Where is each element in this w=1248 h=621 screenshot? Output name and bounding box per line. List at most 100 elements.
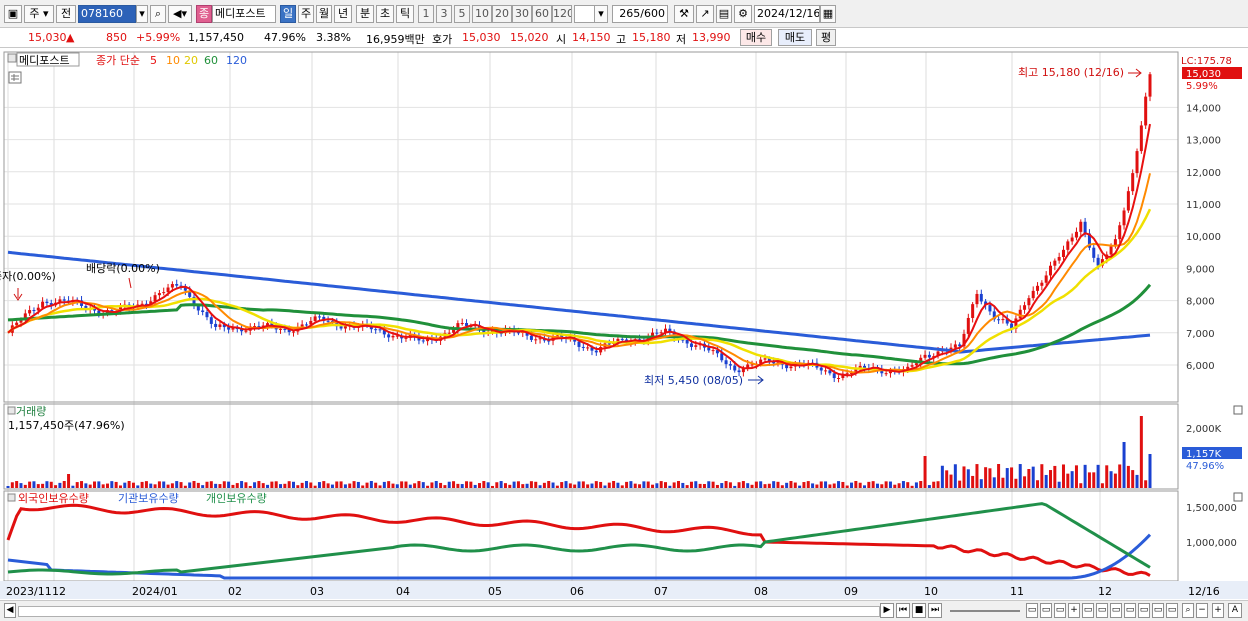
- candle-body: [707, 347, 711, 351]
- holding-grip-icon[interactable]: [7, 493, 16, 502]
- view-icon-9[interactable]: ▭: [1152, 603, 1164, 618]
- view-icon-10[interactable]: ▭: [1166, 603, 1178, 618]
- date-input[interactable]: 2024/12/16: [754, 5, 820, 23]
- interval-120[interactable]: 120: [552, 5, 572, 23]
- candle-body: [1118, 225, 1122, 240]
- scroll-left-icon[interactable]: ◀: [4, 603, 16, 618]
- volume-bar: [1053, 465, 1057, 488]
- crosshair-icon[interactable]: +: [1068, 603, 1080, 618]
- interval-1[interactable]: 1: [418, 5, 434, 23]
- table-icon[interactable]: [8, 71, 22, 84]
- ma-120: 120: [226, 54, 247, 67]
- period-month[interactable]: 월: [316, 5, 332, 23]
- current-price-tag: 15,030: [1186, 69, 1221, 80]
- market-select[interactable]: 주 ▾: [24, 5, 54, 23]
- code-dropdown-icon[interactable]: ▾: [136, 5, 148, 23]
- period-year[interactable]: 년: [334, 5, 352, 23]
- volume-bar: [724, 481, 728, 488]
- chart-tool-icon[interactable]: ⚒: [674, 5, 694, 23]
- stock-name[interactable]: 메디포스트: [212, 5, 276, 23]
- volume-bar: [875, 483, 879, 488]
- play-icon[interactable]: ▶: [880, 603, 894, 618]
- zoom-slider[interactable]: [950, 610, 1020, 612]
- volume-bar: [819, 481, 823, 488]
- holding-close-icon[interactable]: [1233, 492, 1243, 502]
- volume-bar: [1148, 454, 1152, 488]
- candle-body: [231, 328, 235, 330]
- calendar-icon[interactable]: ▦: [820, 5, 836, 23]
- candle-body: [534, 339, 538, 341]
- volume-bar: [28, 481, 32, 488]
- zoom-out-icon[interactable]: −: [1196, 603, 1208, 618]
- period-second[interactable]: 초: [376, 5, 394, 23]
- period-minute[interactable]: 분: [356, 5, 374, 23]
- volume-bar: [123, 482, 127, 488]
- view-icon-6[interactable]: ▭: [1110, 603, 1122, 618]
- interval-30[interactable]: 30: [512, 5, 532, 23]
- candle-body: [374, 329, 378, 331]
- legend-grip-icon[interactable]: [7, 53, 17, 63]
- count-field[interactable]: 265/600: [612, 5, 668, 23]
- volume-bar: [919, 481, 923, 488]
- volume-bar: [1122, 442, 1126, 488]
- volume-bar: [97, 481, 101, 488]
- candle-body: [819, 367, 823, 371]
- period-day[interactable]: 일: [280, 5, 296, 23]
- candle-body: [1126, 191, 1130, 211]
- sell-button[interactable]: 매도: [778, 29, 812, 46]
- volume-bar: [914, 482, 918, 488]
- volume-bar: [387, 481, 391, 488]
- buy-button[interactable]: 매수: [740, 29, 772, 46]
- volume-bar: [214, 483, 218, 488]
- view-icon-8[interactable]: ▭: [1138, 603, 1150, 618]
- search-icon[interactable]: ⌕: [150, 5, 166, 23]
- save-icon[interactable]: ▤: [716, 5, 732, 23]
- rewind-icon[interactable]: ⏮: [896, 603, 910, 618]
- interval-3[interactable]: 3: [436, 5, 452, 23]
- volume-bar: [672, 482, 676, 488]
- forward-icon[interactable]: ⏭: [928, 603, 942, 618]
- code-input[interactable]: 078160: [78, 5, 136, 23]
- zoom-in-icon[interactable]: +: [1212, 603, 1224, 618]
- interval-5[interactable]: 5: [454, 5, 470, 23]
- interval-60[interactable]: 60: [532, 5, 552, 23]
- interval-dropdown-icon[interactable]: ▾: [594, 5, 608, 23]
- font-size-icon[interactable]: A: [1228, 603, 1242, 618]
- toolbar: ▣ 주 ▾ 전 078160 ▾ ⌕ ◀▾ 종 메디포스트 일 주 월 년 분 …: [0, 0, 1248, 28]
- stop-icon[interactable]: ■: [912, 603, 926, 618]
- view-icon-1[interactable]: ▭: [1026, 603, 1038, 618]
- stock-chart[interactable]: 메디포스트 종가 단순 5 10 20 60 120 최고 15,180 (12…: [0, 50, 1248, 600]
- zoom-icon[interactable]: ⌕: [1182, 603, 1194, 618]
- volume-bar: [880, 484, 884, 488]
- prev-button[interactable]: 전: [56, 5, 76, 23]
- view-icon-2[interactable]: ▭: [1040, 603, 1052, 618]
- sound-icon[interactable]: ◀▾: [168, 5, 192, 23]
- view-icon-5[interactable]: ▭: [1096, 603, 1108, 618]
- volume-bar: [495, 482, 499, 488]
- volume-grip-icon[interactable]: [7, 406, 16, 415]
- volume-bar: [620, 485, 624, 488]
- gear-icon[interactable]: ⚙: [734, 5, 752, 23]
- view-icon-7[interactable]: ▭: [1124, 603, 1136, 618]
- view-icon-4[interactable]: ▭: [1082, 603, 1094, 618]
- draw-tool-icon[interactable]: ↗: [696, 5, 714, 23]
- candle-body: [1131, 173, 1135, 192]
- volume-bar: [443, 485, 447, 488]
- period-week[interactable]: 주: [298, 5, 314, 23]
- volume-bar: [1096, 464, 1100, 488]
- volume-bar: [231, 484, 235, 488]
- view-icon-3[interactable]: ▭: [1054, 603, 1066, 618]
- volume-close-icon[interactable]: [1233, 405, 1243, 415]
- avg-button[interactable]: 평: [816, 29, 836, 46]
- horizontal-scrollbar[interactable]: [18, 606, 880, 617]
- ma-20: 20: [184, 54, 198, 67]
- period-tick[interactable]: 틱: [396, 5, 414, 23]
- price-tick: 12,000: [1186, 168, 1221, 179]
- volume-bar: [759, 481, 763, 488]
- interval-20[interactable]: 20: [492, 5, 512, 23]
- volume-bar: [711, 481, 715, 488]
- candle-body: [1066, 241, 1070, 250]
- interval-10[interactable]: 10: [472, 5, 492, 23]
- layout-icon[interactable]: ▣: [4, 5, 22, 23]
- volume-bar: [901, 481, 905, 488]
